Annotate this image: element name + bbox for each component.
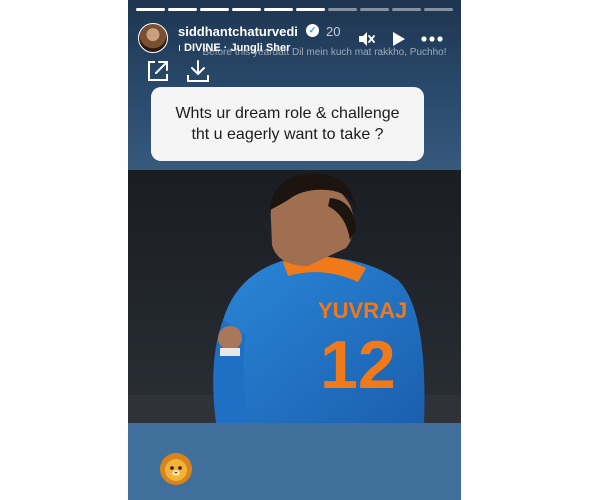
- download-button[interactable]: [185, 58, 211, 84]
- progress-segment: [168, 8, 197, 11]
- jersey-number: 12: [320, 327, 396, 403]
- progress-segment: [232, 8, 261, 11]
- progress-segment: [200, 8, 229, 11]
- download-icon: [187, 60, 209, 82]
- jersey-name: YUVRAJ: [318, 298, 407, 323]
- lion-emoji-icon[interactable]: [159, 452, 193, 486]
- story-progress-bar: [136, 8, 453, 11]
- progress-segment: [264, 8, 293, 11]
- story-viewer: siddhantchaturvedi ✓ 20 ı DIVINE · Jungl…: [128, 0, 461, 500]
- progress-segment: [360, 8, 389, 11]
- progress-segment: [392, 8, 421, 11]
- cricketer-photo: YUVRAJ 12: [128, 173, 461, 423]
- question-sticker: Whts ur dream role & challenge tht u eag…: [151, 87, 424, 161]
- more-options-icon: [421, 36, 443, 42]
- story-photo: YUVRAJ 12: [128, 170, 461, 423]
- question-prompt-text: Before this yeardatt Dil mein kuch mat r…: [202, 47, 447, 58]
- verified-badge-icon: ✓: [306, 24, 319, 37]
- username[interactable]: siddhantchaturvedi: [178, 24, 298, 39]
- progress-segment: [136, 8, 165, 11]
- lion-emoji-icon: [160, 453, 192, 485]
- progress-segment: [296, 8, 325, 11]
- time-ago: 20: [326, 24, 341, 39]
- progress-segment: [424, 8, 453, 11]
- progress-segment: [328, 8, 357, 11]
- share-button[interactable]: [145, 58, 171, 84]
- external-link-icon: [148, 61, 168, 81]
